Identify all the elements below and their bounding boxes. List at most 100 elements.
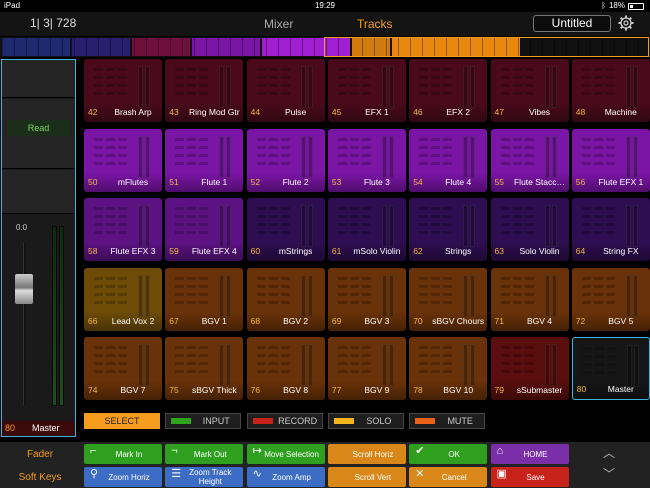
softkey-zoom-track-height-button[interactable]: ☰ Zoom Track Height (165, 467, 244, 487)
project-title[interactable]: Untitled (533, 15, 611, 32)
track-tile[interactable]: 42 Brash Arp (84, 59, 162, 122)
softkey-mark-out-button[interactable]: ¬ Mark Out (165, 444, 244, 464)
magnifier-icon: ⚲ (90, 468, 99, 480)
softkey-mark-in-button[interactable]: ⌐ Mark In (84, 444, 162, 464)
track-name: Solo Violin (519, 246, 560, 256)
track-tile[interactable]: 54 Flute 4 (409, 128, 488, 192)
automation-mode-label[interactable]: Read (7, 120, 70, 136)
mode-label: SOLO (366, 416, 392, 426)
gear-icon[interactable] (618, 15, 634, 31)
fader-handle[interactable] (15, 274, 33, 304)
track-number: 72 (575, 315, 586, 326)
overview-tick (146, 38, 147, 56)
track-tile[interactable]: 43 Ring Mod Gtr (165, 59, 244, 122)
mode-label: INPUT (202, 416, 230, 426)
tile-meter-left (463, 205, 469, 247)
channel-strip[interactable]: Read 0.0 80 Master (1, 59, 76, 437)
track-overview-bar[interactable] (0, 37, 650, 57)
track-tile[interactable]: 62 Strings (409, 198, 488, 261)
mode-button-select[interactable]: SELECT (84, 413, 160, 429)
track-tile[interactable]: 60 mStrings (246, 198, 325, 261)
softkey-save-button[interactable]: ▣ Save (490, 467, 569, 487)
mode-button-record[interactable]: RECORD (246, 413, 323, 429)
fader-mode-label[interactable]: Fader (0, 449, 80, 460)
track-tile[interactable]: 68 BGV 2 (246, 267, 325, 331)
track-tile[interactable]: 51 Flute 1 (165, 128, 244, 192)
track-tile[interactable]: 47 Vibes (490, 59, 569, 122)
track-number: 71 (494, 315, 504, 326)
track-tile[interactable]: 77 BGV 9 (327, 337, 406, 400)
track-tile[interactable]: 67 BGV 1 (165, 267, 244, 331)
track-tile[interactable]: 78 BGV 10 (409, 337, 488, 400)
mode-swatch (171, 418, 192, 424)
track-tile[interactable]: 56 Flute EFX 1 (571, 128, 650, 192)
track-tile[interactable]: 50 mFlutes (84, 128, 162, 192)
softkey-ok-button[interactable]: ✔ OK (409, 444, 488, 464)
soft-keys-label[interactable]: Soft Keys (0, 472, 80, 483)
softkey-zoom-horiz-button[interactable]: ⚲ Zoom Horiz (84, 467, 162, 487)
track-tile[interactable]: 53 Flute 3 (327, 128, 406, 192)
track-name: mFlutes (117, 176, 149, 187)
tile-slots (175, 346, 211, 378)
track-name: String FX (603, 246, 639, 256)
tile-slots (256, 276, 293, 309)
track-tile[interactable]: 79 sSubmaster (490, 337, 569, 400)
track-tile[interactable]: 71 BGV 4 (490, 267, 569, 331)
mode-button-solo[interactable]: SOLO (327, 413, 404, 429)
track-tile[interactable]: 45 EFX 1 (327, 59, 406, 122)
track-name: Flute Stacc… (513, 176, 566, 187)
softkey-scroll-vert-button[interactable]: Scroll Vert (327, 467, 406, 487)
tile-slots (337, 207, 374, 239)
softkey-scroll-horiz-button[interactable]: Scroll Horiz (327, 444, 406, 464)
mode-button-mute[interactable]: MUTE (409, 413, 486, 429)
overview-tick (314, 38, 315, 56)
tile-meter-left (219, 135, 225, 178)
track-tile[interactable]: 63 Solo Violin (490, 198, 569, 261)
tab-tracks[interactable]: Tracks (357, 17, 393, 31)
chevron-down-icon[interactable]: ﹀ (601, 468, 617, 480)
track-tile[interactable]: 58 Flute EFX 3 (84, 198, 162, 261)
track-name: BGV 1 (201, 315, 227, 326)
tile-slots (500, 68, 537, 100)
tile-slots (175, 137, 211, 170)
tile-meter-left (381, 344, 387, 386)
tile-meter-right (470, 274, 476, 317)
softkey-zoom-amp-button[interactable]: ∿ Zoom Amp (246, 467, 325, 487)
track-tile[interactable]: 52 Flute 2 (246, 128, 325, 192)
track-tile[interactable]: 80 Master (571, 337, 650, 400)
track-tile[interactable]: 44 Pulse (246, 59, 325, 122)
track-tile[interactable]: 70 sBGV Chours (409, 267, 488, 331)
tile-meter-left (463, 66, 469, 108)
mode-button-input[interactable]: INPUT (165, 413, 242, 429)
track-tile[interactable]: 74 BGV 7 (84, 337, 162, 400)
softkey-move-selection-button[interactable]: ↦ Move Selection (246, 444, 325, 464)
tile-meter-left (625, 205, 631, 247)
track-tile[interactable]: 55 Flute Stacc… (490, 128, 569, 192)
softkey-cancel-button[interactable]: ✕ Cancel (409, 467, 488, 487)
track-name: Pulse (284, 107, 307, 117)
softkey-home-button[interactable]: ⌂ HOME (490, 444, 569, 464)
tile-slots (419, 68, 455, 100)
track-tile[interactable]: 69 BGV 3 (327, 267, 406, 331)
track-tile[interactable]: 48 Machine (571, 59, 650, 122)
track-tile[interactable]: 59 Flute EFX 4 (165, 198, 244, 261)
track-number: 61 (331, 246, 342, 256)
track-name: BGV 3 (364, 315, 390, 326)
overview-tick (242, 38, 243, 56)
tile-slots (256, 68, 293, 100)
overview-visible-range[interactable] (324, 37, 649, 57)
track-name: mStrings (278, 246, 313, 256)
track-tile[interactable]: 66 Lead Vox 2 (84, 267, 162, 331)
chevron-up-icon[interactable]: ︿ (601, 447, 617, 459)
track-tile[interactable]: 46 EFX 2 (409, 59, 488, 122)
overview-tick (110, 38, 111, 56)
track-tile[interactable]: 64 String FX (571, 198, 650, 261)
tab-mixer[interactable]: Mixer (264, 17, 293, 31)
track-name: BGV 7 (120, 385, 146, 395)
tile-meter-left (300, 274, 306, 317)
track-tile[interactable]: 72 BGV 5 (571, 267, 650, 331)
track-tile[interactable]: 76 BGV 8 (246, 337, 325, 400)
tile-slots (419, 137, 455, 170)
track-tile[interactable]: 61 mSolo Violin (327, 198, 406, 261)
track-tile[interactable]: 75 sBGV Thick (165, 337, 244, 400)
